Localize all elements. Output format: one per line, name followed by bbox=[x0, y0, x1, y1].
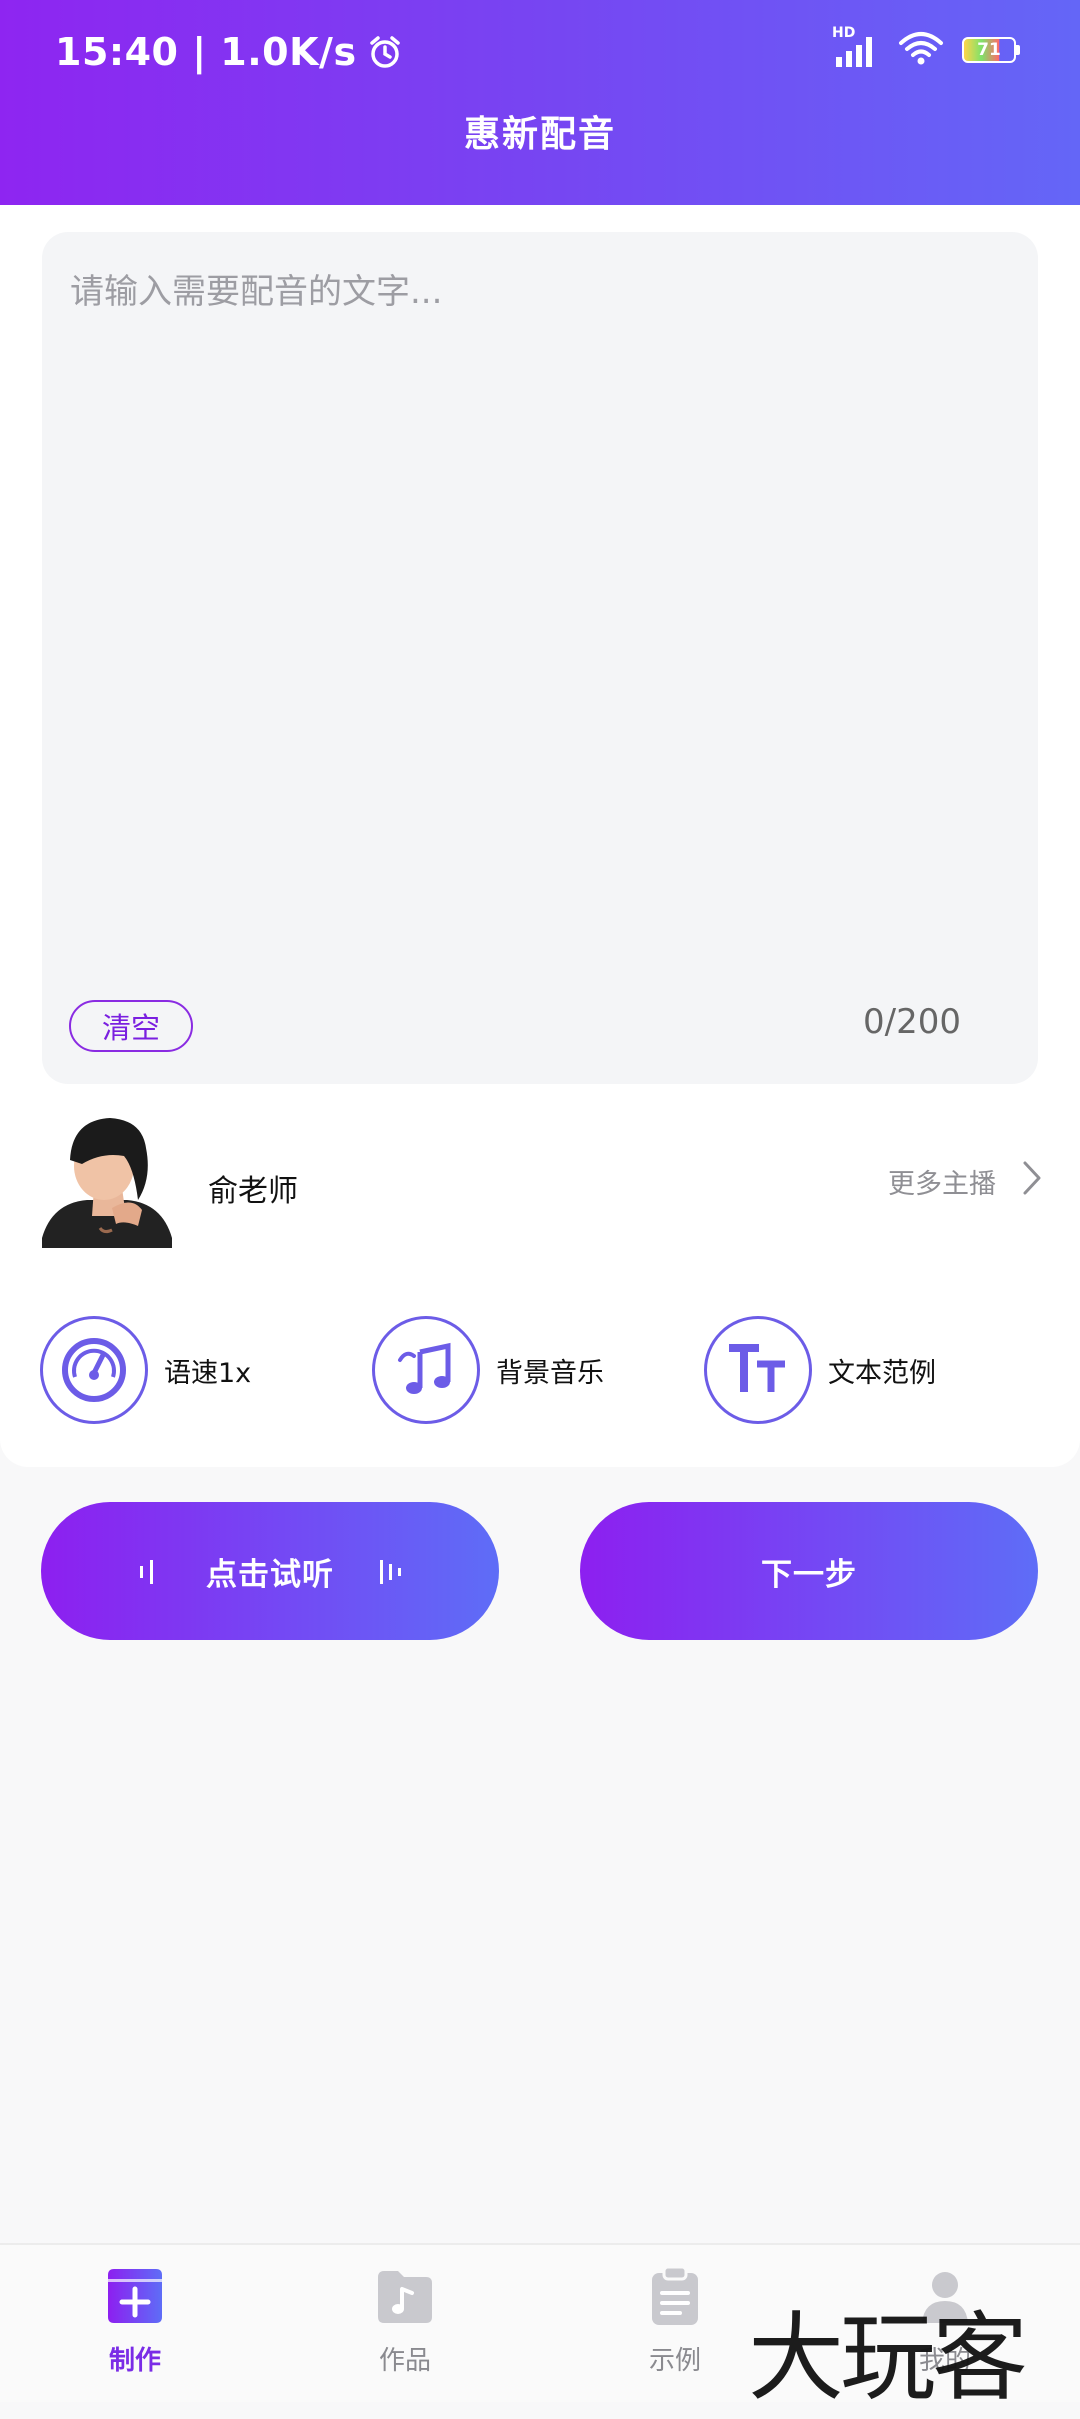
preview-button[interactable]: 点击试听 bbox=[41, 1502, 499, 1640]
status-bar-right: HD 71 bbox=[832, 25, 1020, 70]
nav-item-works[interactable]: 作品 bbox=[315, 2265, 495, 2377]
chevron-right-icon bbox=[1022, 1160, 1042, 1203]
next-step-button[interactable]: 下一步 bbox=[580, 1502, 1038, 1640]
preview-button-label: 点击试听 bbox=[206, 1556, 334, 1593]
options-row: 语速1x 背景音乐 文本范例 bbox=[40, 1316, 1040, 1426]
watermark-logo: 大玩客 bbox=[748, 2302, 1028, 2414]
bgm-option-label: 背景音乐 bbox=[496, 1357, 604, 1389]
battery-level: 71 bbox=[977, 40, 1001, 60]
nav-item-examples[interactable]: 示例 bbox=[585, 2265, 765, 2377]
wifi-icon bbox=[898, 31, 944, 69]
speedometer-icon bbox=[40, 1316, 148, 1424]
page-title: 惠新配音 bbox=[463, 114, 616, 155]
nav-label-works: 作品 bbox=[378, 2346, 431, 2376]
music-folder-icon bbox=[374, 2265, 436, 2334]
text-sample-option-label: 文本范例 bbox=[828, 1357, 936, 1389]
plus-folder-icon bbox=[104, 2265, 166, 2334]
speed-option-label: 语速1x bbox=[164, 1357, 252, 1389]
network-type: HD bbox=[832, 25, 856, 41]
app-header: 15:40 | 1.0K/s HD 71 惠新配音 bbox=[0, 0, 1080, 205]
signal-icon: HD bbox=[832, 25, 880, 67]
clipboard-icon bbox=[644, 2265, 706, 2334]
bgm-option[interactable]: 背景音乐 bbox=[372, 1316, 604, 1424]
editor-card: 请输入需要配音的文字... 清空 0/200 bbox=[0, 205, 1080, 1467]
status-bar-left: 15:40 | 1.0K/s bbox=[55, 22, 403, 82]
sound-wave-right-icon bbox=[376, 1556, 406, 1586]
char-counter: 0/200 bbox=[863, 1002, 961, 1042]
nav-label-create: 制作 bbox=[108, 2346, 161, 2376]
clear-button[interactable]: 清空 bbox=[69, 1000, 193, 1052]
anchor-avatar bbox=[42, 1108, 172, 1248]
text-sample-option[interactable]: 文本范例 bbox=[704, 1316, 936, 1424]
text-input-area[interactable]: 请输入需要配音的文字... 清空 0/200 bbox=[42, 232, 1038, 1084]
more-anchors-label: 更多主播 bbox=[888, 1169, 996, 1200]
battery-icon: 71 bbox=[962, 37, 1020, 63]
nav-label-examples: 示例 bbox=[648, 2346, 701, 2376]
anchor-name: 俞老师 bbox=[208, 1174, 298, 1209]
alarm-icon bbox=[367, 34, 403, 70]
sound-wave-left-icon bbox=[134, 1556, 164, 1586]
text-size-icon bbox=[704, 1316, 812, 1424]
text-input-placeholder: 请输入需要配音的文字... bbox=[70, 272, 443, 312]
more-anchors-link[interactable]: 更多主播 bbox=[888, 1160, 1042, 1203]
status-time-speed: 15:40 | 1.0K/s bbox=[55, 30, 357, 74]
speed-option[interactable]: 语速1x bbox=[40, 1316, 251, 1424]
music-note-icon bbox=[372, 1316, 480, 1424]
anchor-selector[interactable]: 俞老师 更多主播 bbox=[42, 1108, 1042, 1248]
nav-item-create[interactable]: 制作 bbox=[45, 2265, 225, 2377]
